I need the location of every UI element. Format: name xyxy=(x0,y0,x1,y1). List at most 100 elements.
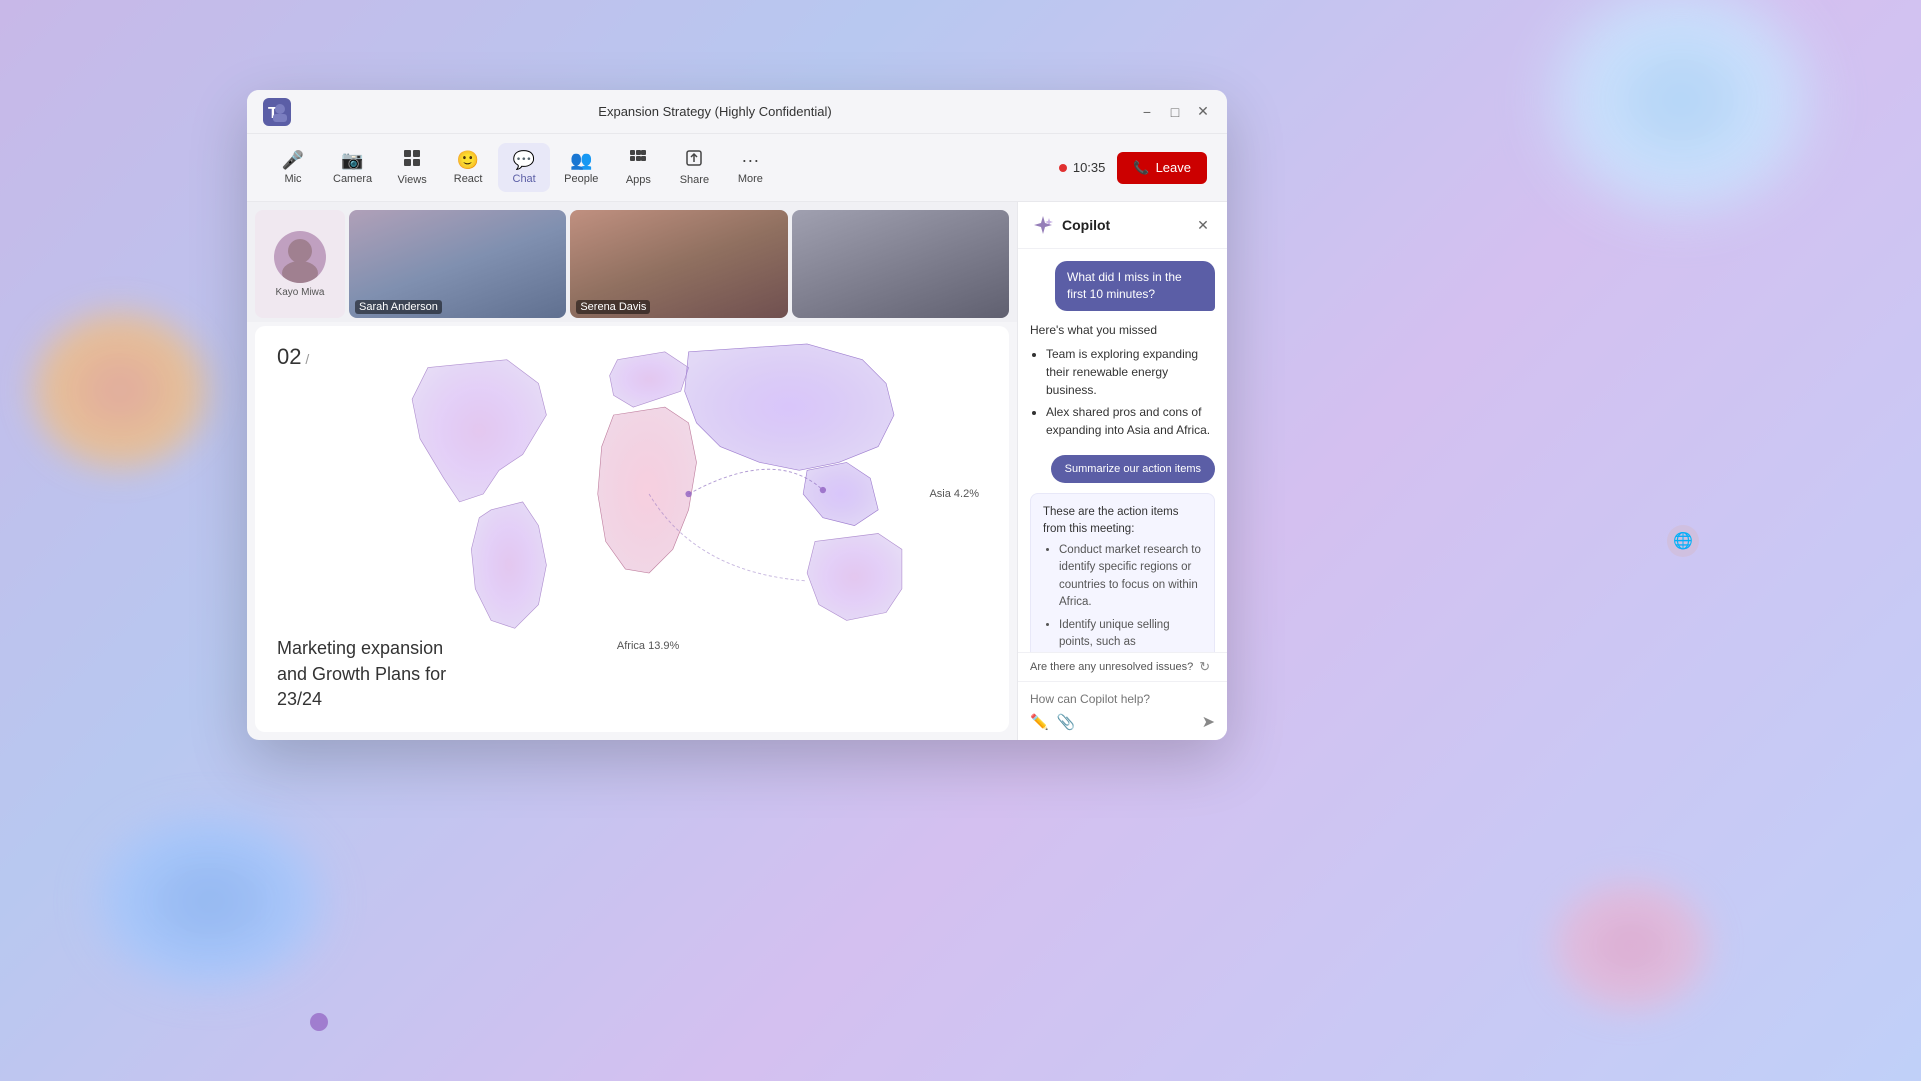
people-label: People xyxy=(564,173,598,185)
window-controls: − □ ✕ xyxy=(1139,104,1211,120)
response-bullets: Team is exploring expanding their renewa… xyxy=(1030,345,1215,439)
bg-decoration-bottom-left xyxy=(80,801,340,1001)
slide-number: 02 xyxy=(277,344,309,370)
toolbar-chat[interactable]: 💬 Chat xyxy=(498,143,550,192)
send-button[interactable]: ➤ xyxy=(1202,712,1215,732)
views-icon xyxy=(403,149,421,172)
copilot-input-field[interactable] xyxy=(1030,690,1215,712)
copilot-title-text: Copilot xyxy=(1062,217,1110,233)
bg-dot xyxy=(310,1013,328,1031)
input-tools: ✏️ 📎 ➤ xyxy=(1030,712,1215,732)
unresolved-issues-row[interactable]: Are there any unresolved issues? ↻ xyxy=(1018,652,1227,681)
toolbar-views[interactable]: Views xyxy=(386,143,438,192)
toolbar-camera[interactable]: 📷 Camera xyxy=(323,143,382,192)
camera-label: Camera xyxy=(333,173,372,185)
more-icon: ··· xyxy=(741,150,759,171)
time-display: 10:35 xyxy=(1059,160,1106,175)
copilot-first-response: Here's what you missed Team is exploring… xyxy=(1030,321,1215,443)
toolbar-right: 10:35 📞 Leave xyxy=(1059,152,1207,184)
views-label: Views xyxy=(398,174,427,186)
video-strip: Kayo Miwa Sarah Anderson Serena Davis xyxy=(247,202,1017,322)
response-bullet-1: Team is exploring expanding their renewa… xyxy=(1046,345,1215,399)
copilot-header: Copilot ✕ xyxy=(1018,202,1227,249)
caption-line2: and Growth Plans for xyxy=(277,664,446,684)
mic-icon: 🎤 xyxy=(282,150,304,171)
copilot-sparkle-icon xyxy=(1032,214,1054,236)
chat-label: Chat xyxy=(513,173,536,185)
local-participant-name: Kayo Miwa xyxy=(276,287,325,298)
window-title: Expansion Strategy (Highly Confidential) xyxy=(598,104,831,119)
apps-icon xyxy=(629,149,647,172)
refresh-icon[interactable]: ↻ xyxy=(1199,659,1210,675)
close-button[interactable]: ✕ xyxy=(1195,104,1211,120)
avatar xyxy=(274,231,326,283)
camera-icon: 📷 xyxy=(341,150,363,171)
share-label: Share xyxy=(680,174,709,186)
participant-label-1: Sarah Anderson xyxy=(355,300,442,314)
remote-video-3[interactable] xyxy=(792,210,1009,318)
input-tool-left: ✏️ 📎 xyxy=(1030,713,1075,731)
caption-line3: 23/24 xyxy=(277,689,322,709)
attachment-icon[interactable]: 📎 xyxy=(1057,713,1076,731)
action-items-response: These are the action items from this mee… xyxy=(1030,493,1215,652)
toolbar-react[interactable]: 🙂 React xyxy=(442,143,494,192)
copilot-close-button[interactable]: ✕ xyxy=(1193,215,1213,235)
leave-label: Leave xyxy=(1156,160,1191,175)
meeting-area: Kayo Miwa Sarah Anderson Serena Davis xyxy=(247,202,1017,740)
apps-label: Apps xyxy=(626,174,651,186)
bg-decoration-left xyxy=(20,300,220,480)
share-icon xyxy=(685,149,703,172)
slide-caption: Marketing expansion and Growth Plans for… xyxy=(277,636,446,712)
user-message-bubble: What did I miss in the first 10 minutes? xyxy=(1055,261,1215,311)
user-question-text: What did I miss in the first 10 minutes? xyxy=(1067,270,1182,301)
title-bar-logo: T xyxy=(263,98,291,126)
edge-avatar[interactable]: 🌐 xyxy=(1667,525,1699,557)
remote-video-2[interactable]: Serena Davis xyxy=(570,210,787,318)
action-bullets: Conduct market research to identify spec… xyxy=(1043,542,1202,652)
react-label: React xyxy=(454,173,483,185)
teams-window: T Expansion Strategy (Highly Confidentia… xyxy=(247,90,1227,740)
bg-decoration-top-right xyxy=(1521,0,1841,240)
response-intro: Here's what you missed xyxy=(1030,321,1215,339)
teams-logo-icon: T xyxy=(263,98,291,126)
action-response-intro: These are the action items from this mee… xyxy=(1043,504,1202,539)
summarize-action-items-button[interactable]: Summarize our action items xyxy=(1051,455,1215,483)
toolbar-apps[interactable]: Apps xyxy=(612,143,664,192)
time-value: 10:35 xyxy=(1073,160,1106,175)
toolbar-mic[interactable]: 🎤 Mic xyxy=(267,143,319,192)
toolbar-more[interactable]: ··· More xyxy=(724,143,776,192)
action-bullet-1: Conduct market research to identify spec… xyxy=(1059,542,1202,611)
world-map xyxy=(315,336,999,652)
toolbar-items: 🎤 Mic 📷 Camera Views 🙂 React 💬 Chat xyxy=(267,143,1059,192)
africa-label: Africa 13.9% xyxy=(617,640,679,652)
local-video[interactable]: Kayo Miwa xyxy=(255,210,345,318)
toolbar: 🎤 Mic 📷 Camera Views 🙂 React 💬 Chat xyxy=(247,134,1227,202)
toolbar-share[interactable]: Share xyxy=(668,143,720,192)
title-bar: T Expansion Strategy (Highly Confidentia… xyxy=(247,90,1227,134)
response-bullet-2: Alex shared pros and cons of expanding i… xyxy=(1046,403,1215,439)
recording-indicator xyxy=(1059,164,1067,172)
toolbar-people[interactable]: 👥 People xyxy=(554,143,608,192)
caption-line1: Marketing expansion xyxy=(277,638,443,658)
video-feed-3 xyxy=(792,210,1009,318)
formatting-icon[interactable]: ✏️ xyxy=(1030,713,1049,731)
maximize-button[interactable]: □ xyxy=(1167,104,1183,120)
copilot-input-area: ✏️ 📎 ➤ xyxy=(1018,681,1227,740)
participant-label-2: Serena Davis xyxy=(576,300,650,314)
people-icon: 👥 xyxy=(570,150,592,171)
minimize-button[interactable]: − xyxy=(1139,104,1155,120)
asia-label: Asia 4.2% xyxy=(929,488,979,500)
mic-label: Mic xyxy=(284,173,301,185)
copilot-panel: Copilot ✕ What did I miss in the first 1… xyxy=(1017,202,1227,740)
presentation-slide: 02 xyxy=(255,326,1009,732)
bg-decoration-bottom-right xyxy=(1541,871,1721,1021)
chat-icon: 💬 xyxy=(513,150,535,171)
unresolved-label: Are there any unresolved issues? xyxy=(1030,661,1193,673)
more-label: More xyxy=(738,173,763,185)
leave-button[interactable]: 📞 Leave xyxy=(1117,152,1207,184)
react-icon: 🙂 xyxy=(457,150,479,171)
copilot-title-row: Copilot xyxy=(1032,214,1110,236)
copilot-messages: What did I miss in the first 10 minutes?… xyxy=(1018,249,1227,652)
remote-video-1[interactable]: Sarah Anderson xyxy=(349,210,566,318)
action-bullet-2: Identify unique selling points, such as … xyxy=(1059,617,1202,652)
